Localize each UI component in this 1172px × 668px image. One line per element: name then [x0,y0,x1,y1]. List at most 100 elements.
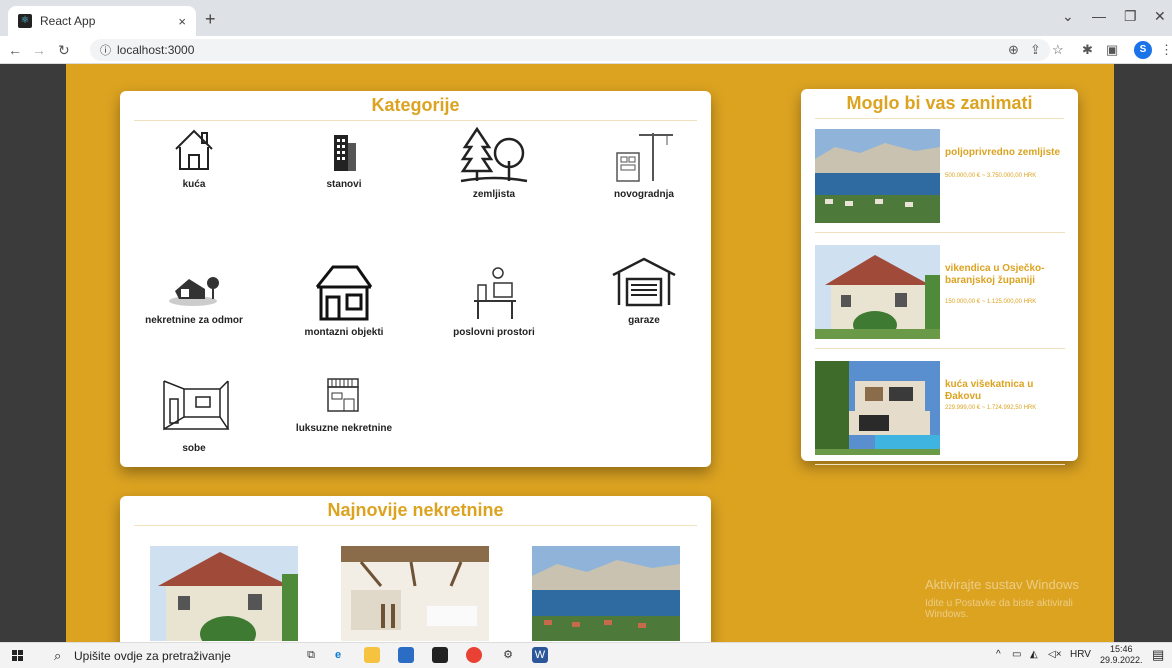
suggestion-price: 500.000,00 € ~ 3.750.000,00 HRK [945,173,1037,179]
categories-title: Kategorije [134,91,697,121]
notifications-icon[interactable]: ▤ [1152,647,1164,663]
prefab-house-icon [315,265,373,321]
property-photo[interactable] [150,546,298,641]
language-indicator[interactable]: HRV [1070,649,1091,660]
construction-crane-icon [616,133,673,182]
tray-chevron-icon[interactable]: ^ [996,649,1001,660]
zoom-icon[interactable]: ⊕ [1008,42,1019,58]
category-novogradnja[interactable]: novogradnja [574,125,714,200]
house-icon [175,129,213,170]
address-bar: ← → ↻ ⓘ localhost:3000 ⊕ ⇪ ☆ ✱ ▣ S ⋮ [0,36,1172,64]
suggestion-title: poljoprivredno zemljiste [945,147,1061,158]
windows-activation-watermark: Aktivirajte sustav Windows [925,577,1079,592]
newest-card: Najnovije nekretnine [120,496,711,642]
volume-icon[interactable]: ◁× [1048,649,1062,660]
category-label: montazni objekti [304,327,384,338]
property-photo [815,129,940,223]
clock-date: 29.9.2022. [1100,655,1143,665]
property-photo [815,245,940,339]
tab-search-chevron-icon[interactable]: ⌄ [1062,8,1074,25]
tab-close-icon[interactable]: × [178,14,186,29]
restore-button[interactable]: ❐ [1124,8,1137,25]
terminal-icon[interactable] [432,647,448,663]
info-icon: ⓘ [100,45,111,57]
side-panel-icon[interactable]: ▣ [1106,42,1118,58]
taskbar-clock[interactable]: 15:46 29.9.2022. [1100,644,1143,666]
office-desk-icon [474,267,516,319]
reload-icon[interactable]: ↻ [58,42,70,59]
trees-icon [460,126,528,183]
newest-title: Najnovije nekretnine [134,496,697,526]
suggestion-item[interactable]: poljoprivredno zemljiste 500.000,00 € ~ … [815,129,1065,233]
forward-arrow-icon[interactable]: → [32,42,46,58]
garage-icon [612,257,676,307]
close-window-button[interactable]: ✕ [1154,8,1166,25]
chrome-icon[interactable] [466,647,482,663]
suggestions-card: Moglo bi vas zanimati poljoprivredno zem… [801,89,1078,465]
category-montazni-objekti[interactable]: montazni objekti [274,263,414,338]
property-photo[interactable] [532,546,680,641]
building-icon [334,135,356,171]
minimize-button[interactable]: — [1092,8,1106,24]
suggestion-title: vikendica u Osječko-baranjskoj županiji [945,263,1045,286]
categories-card: Kategorije kuća stanovi zemljista novogr… [120,91,711,467]
network-icon[interactable]: ▭ [1012,649,1021,660]
share-icon[interactable]: ⇪ [1030,42,1041,58]
property-photo[interactable] [341,546,489,641]
suggestion-item[interactable]: vikendica u Osječko-baranjskoj županiji … [815,245,1065,349]
category-sobe[interactable]: sobe [124,373,264,454]
category-label: sobe [182,443,206,454]
category-zemljista[interactable]: zemljista [424,125,564,200]
category-garaze[interactable]: garaze [574,255,714,326]
category-label: garaze [628,315,660,326]
taskbar-search-placeholder: Upišite ovdje za pretraživanje [74,649,231,663]
settings-gear-icon[interactable]: ⚙ [500,647,516,663]
extensions-puzzle-icon[interactable]: ✱ [1082,42,1093,58]
back-arrow-icon[interactable]: ← [8,42,22,58]
tab-title: React App [40,14,96,28]
holiday-house-icon [169,277,219,306]
browser-tab[interactable]: ⚛ React App × [8,6,196,36]
file-explorer-icon[interactable] [364,647,380,663]
category-stanovi[interactable]: stanovi [274,125,414,190]
url-field[interactable]: ⓘ localhost:3000 [90,39,1050,61]
property-photo [815,361,940,455]
category-label: kuća [182,179,206,190]
category-luksuzne-nekretnine[interactable]: luksuzne nekretnine [274,373,414,434]
category-label: novogradnja [613,189,674,200]
category-kuca[interactable]: kuća [124,125,264,190]
page-viewport: Kategorije kuća stanovi zemljista novogr… [0,64,1172,642]
suggestion-title: kuća višekatnica u Đakovu [945,379,1034,402]
react-favicon-icon: ⚛ [18,14,32,28]
bookmark-star-icon[interactable]: ☆ [1052,42,1064,58]
url-text: localhost:3000 [117,43,195,57]
category-label: nekretnine za odmor [145,315,243,326]
windows-activation-hint: Idite u Postavke da biste aktivirali Win… [925,598,1073,620]
task-view-icon[interactable]: ⧉ [303,647,319,663]
luxury-building-icon [327,378,359,412]
category-label: stanovi [326,179,362,190]
windows-taskbar: ⌕ Upišite ovdje za pretraživanje ⧉ e ⚙ W… [0,642,1172,668]
page-background: Kategorije kuća stanovi zemljista novogr… [66,64,1114,642]
battery-icon[interactable]: ◭ [1030,649,1038,660]
suggestion-item[interactable]: kuća višekatnica u Đakovu 229.999,00 € ~… [815,361,1065,465]
suggestion-price: 150.000,00 € ~ 1.125.000,00 HRK [945,299,1037,305]
word-icon[interactable]: W [532,647,548,663]
clock-time: 15:46 [1110,644,1133,654]
category-nekretnine-za-odmor[interactable]: nekretnine za odmor [124,263,264,326]
profile-avatar[interactable]: S [1134,41,1152,59]
menu-kebab-icon[interactable]: ⋮ [1160,42,1172,58]
room-icon [163,380,230,431]
category-label: luksuzne nekretnine [295,423,393,434]
mail-icon[interactable] [398,647,414,663]
windows-start-icon[interactable] [12,650,24,662]
search-icon: ⌕ [54,648,62,663]
taskbar-search-field[interactable]: ⌕ Upišite ovdje za pretraživanje [48,645,288,667]
category-poslovni-prostori[interactable]: poslovni prostori [424,263,564,338]
browser-tab-bar: ⚛ React App × + ⌄ — ❐ ✕ [0,0,1172,36]
new-tab-button[interactable]: + [205,9,216,30]
suggestion-price: 229.999,00 € ~ 1.724.992,50 HRK [945,405,1037,411]
edge-icon[interactable]: e [330,647,346,663]
category-label: poslovni prostori [453,327,535,338]
category-label: zemljista [472,189,516,200]
